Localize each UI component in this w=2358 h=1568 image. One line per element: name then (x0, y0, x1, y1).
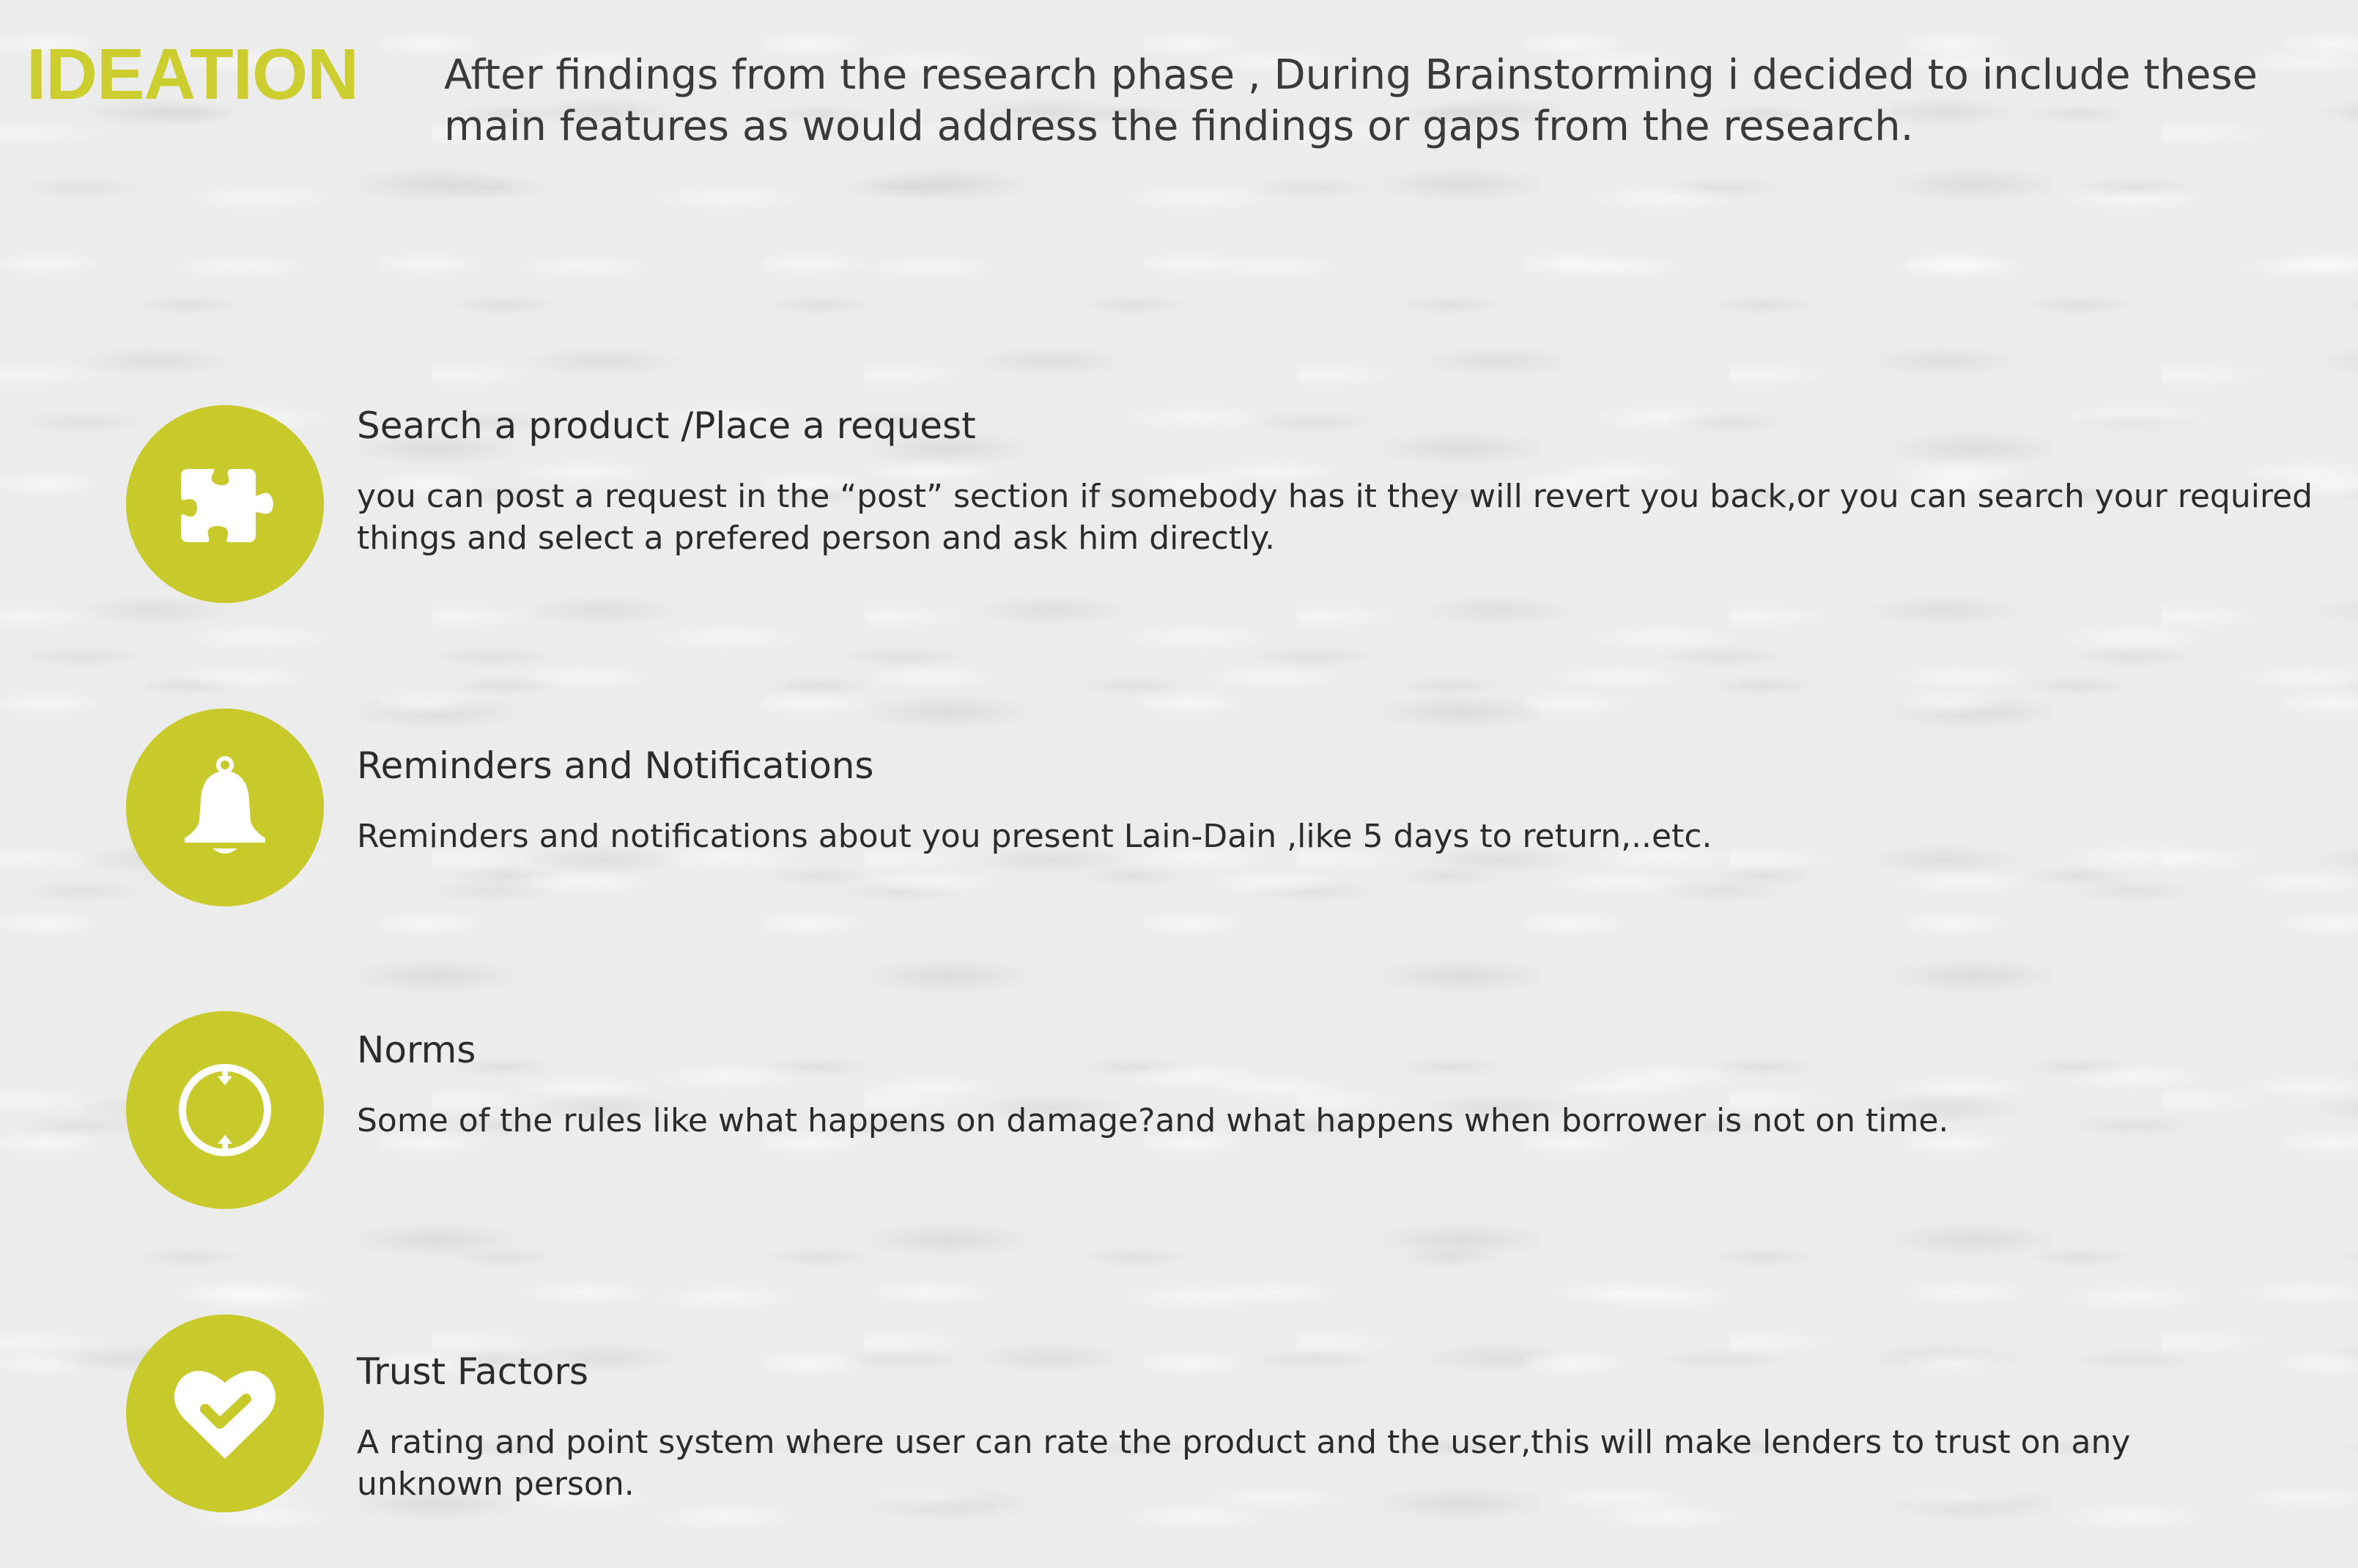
feature-title: Reminders and Notifications (357, 744, 874, 787)
feature-icon-badge (126, 709, 324, 906)
feature-icon-badge (126, 1011, 324, 1209)
feature-description: Some of the rules like what happens on d… (357, 1102, 1949, 1139)
feature-icon-badge (126, 1314, 324, 1512)
puzzle-icon (181, 469, 273, 542)
feature-icon-badge (126, 405, 324, 603)
feature-title: Norms (357, 1029, 476, 1071)
intro-text: After findings from the research phase ,… (444, 51, 2258, 150)
feature-description: you can post a request in the “post” sec… (357, 478, 2313, 557)
heart-check-icon (174, 1370, 276, 1459)
feature-title: Trust Factors (357, 1350, 589, 1393)
bell-icon (185, 756, 265, 854)
circle-arrows-icon (179, 1064, 271, 1156)
feature-title: Search a product /Place a request (357, 404, 976, 447)
feature-description: Reminders and notifications about you pr… (357, 818, 1712, 855)
feature-description: A rating and point system where user can… (357, 1424, 2131, 1503)
page-title: IDEATION (26, 34, 359, 114)
